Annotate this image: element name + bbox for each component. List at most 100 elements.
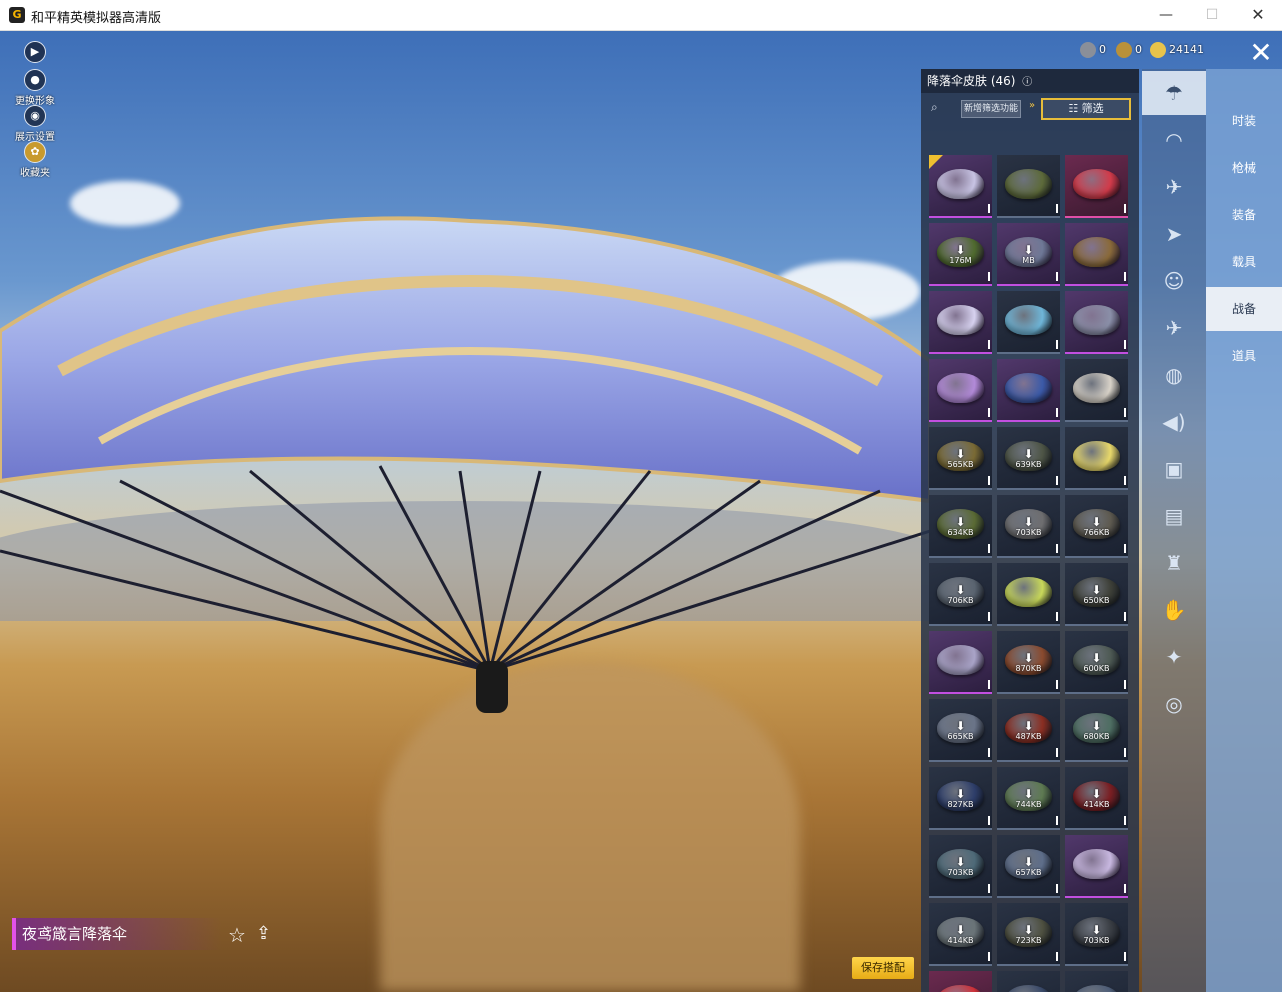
side-menu-item[interactable]: 战备 bbox=[1206, 287, 1282, 331]
magic-wand-icon[interactable]: ✦ bbox=[1142, 635, 1206, 679]
download-icon: ⬇ bbox=[955, 583, 966, 597]
backpack-icon[interactable]: ◠ bbox=[1142, 118, 1206, 162]
skin-item[interactable]: ⬇ 639KB bbox=[997, 427, 1060, 490]
skin-item[interactable]: ⬇ 634KB bbox=[929, 495, 992, 558]
skin-item[interactable] bbox=[929, 291, 992, 354]
skin-item[interactable] bbox=[997, 291, 1060, 354]
skin-item[interactable] bbox=[929, 631, 992, 694]
expand-button[interactable]: ▶ bbox=[10, 41, 60, 63]
save-outfit-button[interactable]: 保存搭配 bbox=[852, 957, 914, 979]
skin-item[interactable] bbox=[1065, 155, 1128, 218]
parachute-icon[interactable]: ☂ bbox=[1142, 71, 1206, 115]
parachute-thumbnail bbox=[1005, 305, 1052, 335]
card-icon[interactable]: ▣ bbox=[1142, 447, 1206, 491]
gold-coin-icon bbox=[1150, 42, 1166, 58]
saucer-icon[interactable]: ◎ bbox=[1142, 682, 1206, 726]
skin-item[interactable]: ⬇ 703KB bbox=[1065, 903, 1128, 966]
skin-item[interactable] bbox=[929, 359, 992, 422]
skin-item[interactable] bbox=[1065, 835, 1128, 898]
skin-item[interactable]: ⬇ 657KB bbox=[997, 835, 1060, 898]
tool-label: 收藏夹 bbox=[20, 168, 50, 179]
side-menu-item[interactable]: 道具 bbox=[1206, 334, 1282, 378]
emote-icon[interactable]: ☺ bbox=[1142, 259, 1206, 303]
skin-item[interactable]: ⬇ 706KB bbox=[929, 563, 992, 626]
download-icon: ⬇ bbox=[1091, 923, 1102, 937]
favorite-star-icon[interactable]: ☆ bbox=[228, 923, 246, 947]
rarity-marker bbox=[988, 272, 990, 281]
close-window-button[interactable]: ✕ bbox=[1235, 0, 1281, 31]
skin-item[interactable]: ⬇ 487KB bbox=[997, 699, 1060, 762]
share-icon[interactable]: ⇪ bbox=[256, 923, 271, 944]
skin-item[interactable]: ⬇ 414KB bbox=[929, 903, 992, 966]
skin-item[interactable] bbox=[997, 563, 1060, 626]
skin-item[interactable] bbox=[1065, 223, 1128, 286]
filter-button[interactable]: ☷ 筛选 bbox=[1041, 98, 1131, 120]
skin-item[interactable]: ⬇ MB bbox=[997, 223, 1060, 286]
skin-item[interactable] bbox=[929, 155, 992, 218]
skin-item[interactable]: ⬇ 744KB bbox=[997, 767, 1060, 830]
skin-item[interactable]: ⬇ 600KB bbox=[1065, 631, 1128, 694]
plane-icon[interactable]: ✈ bbox=[1142, 306, 1206, 350]
side-menu-item[interactable]: 枪械 bbox=[1206, 146, 1282, 190]
skin-item[interactable] bbox=[1065, 971, 1128, 992]
sound-icon[interactable]: ◀) bbox=[1142, 400, 1206, 444]
avatar-icon: ● bbox=[24, 69, 46, 91]
extinguisher-icon[interactable]: ♜ bbox=[1142, 541, 1206, 585]
skin-item[interactable]: ⬇ 723KB bbox=[997, 903, 1060, 966]
rarity-marker bbox=[988, 680, 990, 689]
display-settings-button[interactable]: ◉ 展示设置 bbox=[10, 105, 60, 143]
maximize-button[interactable]: ☐ bbox=[1189, 0, 1235, 31]
download-icon: ⬇ bbox=[955, 243, 966, 257]
skin-item[interactable]: ⬇ 703KB bbox=[929, 835, 992, 898]
change-avatar-button[interactable]: ● 更换形象 bbox=[10, 69, 60, 107]
new-filter-tip: 新增筛选功能 bbox=[961, 100, 1021, 118]
skin-item[interactable]: ⬇ 665KB bbox=[929, 699, 992, 762]
skin-item[interactable]: ⬇ 565KB bbox=[929, 427, 992, 490]
rarity-marker bbox=[1056, 884, 1058, 893]
rarity-marker bbox=[1124, 816, 1126, 825]
close-icon[interactable]: ✕ bbox=[1244, 37, 1278, 71]
minimize-button[interactable]: — bbox=[1143, 0, 1189, 31]
skin-item[interactable] bbox=[997, 971, 1060, 992]
picture-icon[interactable]: ▤ bbox=[1142, 494, 1206, 538]
double-arrow-icon: » bbox=[1029, 100, 1036, 111]
glider-icon[interactable]: ➤ bbox=[1142, 212, 1206, 256]
skin-item[interactable]: ⬇ 680KB bbox=[1065, 699, 1128, 762]
skin-item[interactable]: ⬇ 414KB bbox=[1065, 767, 1128, 830]
skin-item[interactable]: ⬇ 827KB bbox=[929, 767, 992, 830]
download-size: MB bbox=[1022, 256, 1035, 265]
parachute-thumbnail bbox=[937, 645, 984, 675]
skin-item[interactable]: ⬇ 703KB bbox=[997, 495, 1060, 558]
rarity-marker bbox=[1124, 680, 1126, 689]
download-icon: ⬇ bbox=[955, 719, 966, 733]
drone-icon[interactable]: ✈ bbox=[1142, 165, 1206, 209]
glove-icon[interactable]: ✋ bbox=[1142, 588, 1206, 632]
skin-item[interactable] bbox=[929, 971, 992, 992]
search-row: ⌕ 新增筛选功能 » ☷ 筛选 bbox=[921, 97, 1139, 123]
download-icon: ⬇ bbox=[1023, 923, 1034, 937]
parachute-thumbnail bbox=[1005, 985, 1052, 992]
side-menu-item[interactable]: 时装 bbox=[1206, 99, 1282, 143]
parachute-thumbnail bbox=[1073, 373, 1120, 403]
side-menu-item[interactable]: 载具 bbox=[1206, 240, 1282, 284]
info-icon[interactable]: ⓘ bbox=[1022, 77, 1032, 88]
skin-item[interactable]: ⬇ 870KB bbox=[997, 631, 1060, 694]
skin-item[interactable]: ⬇ 766KB bbox=[1065, 495, 1128, 558]
skin-item[interactable]: ⬇ 176M bbox=[929, 223, 992, 286]
skin-item[interactable] bbox=[997, 359, 1060, 422]
skin-item[interactable]: ⬇ 650KB bbox=[1065, 563, 1128, 626]
skin-item[interactable] bbox=[997, 155, 1060, 218]
collection-button[interactable]: ✿ 收藏夹 bbox=[10, 141, 60, 179]
download-size: 706KB bbox=[947, 596, 974, 605]
skin-item[interactable] bbox=[1065, 427, 1128, 490]
skin-item[interactable] bbox=[1065, 291, 1128, 354]
search-icon[interactable]: ⌕ bbox=[931, 100, 938, 115]
grenade-icon[interactable]: ◍ bbox=[1142, 353, 1206, 397]
rarity-marker bbox=[1124, 340, 1126, 349]
skin-grid: ⬇ 176M ⬇ MB ⬇ 565KB ⬇ 639KB ⬇ 634KB ⬇ 703KB ⬇ 766KB ⬇ 7… bbox=[929, 155, 1132, 992]
selected-item-name: 夜鸢箴言降落伞 bbox=[12, 918, 222, 950]
side-menu-item[interactable]: 装备 bbox=[1206, 193, 1282, 237]
download-size: 680KB bbox=[1083, 732, 1110, 741]
skin-item[interactable] bbox=[1065, 359, 1128, 422]
rarity-marker bbox=[988, 884, 990, 893]
